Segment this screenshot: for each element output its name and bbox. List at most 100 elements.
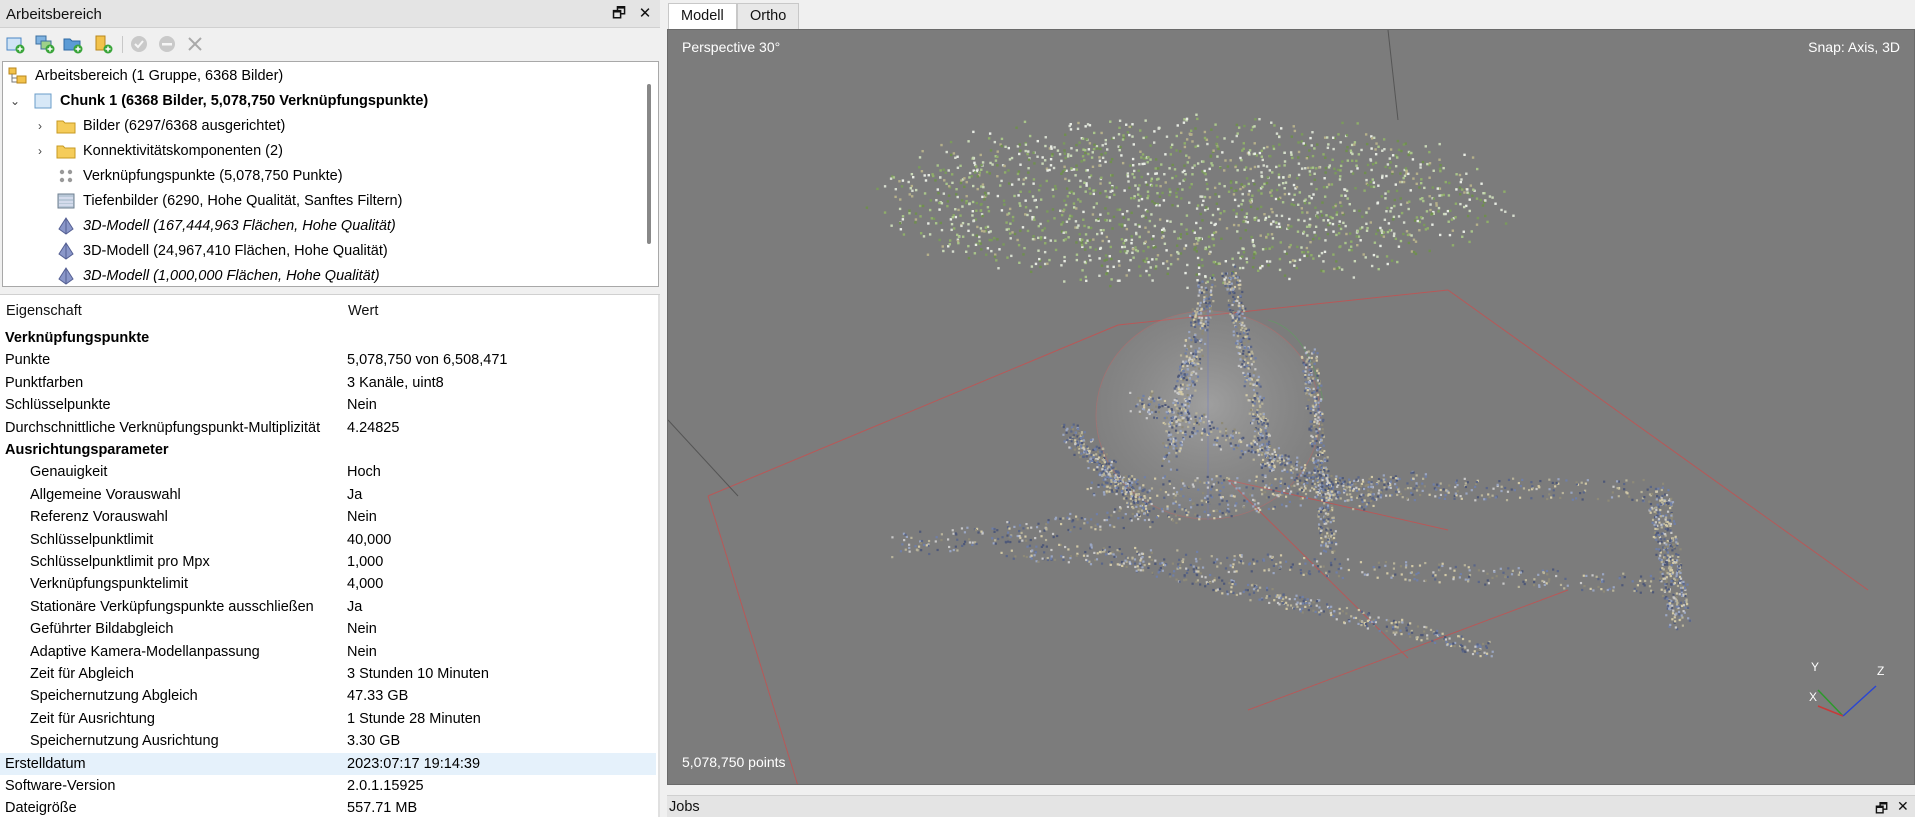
workspace-icon <box>7 67 29 85</box>
tab-ortho[interactable]: Ortho <box>737 3 800 29</box>
property-key: Verknüpfungspunktelimit <box>30 576 188 593</box>
model-icon <box>55 216 77 235</box>
tree-item-model-3[interactable]: 3D-Modell (1,000,000 Flächen, Hohe Quali… <box>3 263 643 286</box>
tree-item-components[interactable]: › Konnektivitätskomponenten (2) <box>3 138 643 163</box>
property-value: 4.24825 <box>347 419 400 436</box>
add-marker-icon[interactable] <box>92 33 114 55</box>
property-row[interactable]: Zeit für Ausrichtung 1 Stunde 28 Minuten <box>0 708 656 730</box>
float-icon[interactable]: 🗗 <box>610 5 628 23</box>
tab-modell[interactable]: Modell <box>668 3 737 29</box>
tree-item-chunk[interactable]: ⌄ Chunk 1 (6368 Bilder, 5,078,750 Verknü… <box>3 88 643 113</box>
close-icon[interactable]: ✕ <box>1897 798 1909 815</box>
disable-icon[interactable] <box>156 33 178 55</box>
property-row[interactable]: Stationäre Verküpfungspunkte ausschließe… <box>0 596 656 618</box>
point-cloud-canopy <box>865 113 1515 290</box>
property-row[interactable]: Allgemeine Vorauswahl Ja <box>0 484 656 506</box>
property-key: Schlüsselpunktlimit pro Mpx <box>30 554 210 570</box>
header-property[interactable]: Eigenschaft <box>6 303 82 319</box>
property-section[interactable]: Ausrichtungsparameter <box>0 439 656 461</box>
tie-points-icon <box>55 167 77 185</box>
tree-item-depth-maps[interactable]: Tiefenbilder (6290, Hohe Qualität, Sanft… <box>3 188 643 213</box>
property-value: Nein <box>347 643 377 660</box>
property-key: Verknüpfungspunkte <box>5 330 150 346</box>
float-icon[interactable]: 🗗 <box>1875 798 1888 817</box>
axis-x-label: X <box>1809 690 1818 704</box>
remove-icon[interactable] <box>184 33 206 55</box>
3d-viewport[interactable]: Perspective 30° Snap: Axis, 3D 5,078,750… <box>667 29 1915 785</box>
property-key: Allgemeine Vorauswahl <box>30 486 181 503</box>
property-value: Nein <box>347 621 377 638</box>
property-row[interactable]: Schlüsselpunkte Nein <box>0 394 656 416</box>
tree-scrollbar[interactable] <box>642 62 658 286</box>
folder-icon <box>55 142 77 160</box>
property-value: Ja <box>347 486 363 503</box>
property-row[interactable]: Referenz Vorauswahl Nein <box>0 506 656 528</box>
property-key: Erstelldatum <box>5 755 86 772</box>
property-key: Software-Version <box>5 778 116 794</box>
property-row[interactable]: Zeit für Abgleich 3 Stunden 10 Minuten <box>0 663 656 685</box>
property-value: 5,078,750 von 6,508,471 <box>347 352 508 369</box>
add-folder-icon[interactable] <box>62 33 84 55</box>
property-row[interactable]: Geführter Bildabgleich Nein <box>0 618 656 640</box>
property-row[interactable]: Speichernutzung Abgleich 47.33 GB <box>0 685 656 707</box>
tree-item-label: Verknüpfungspunkte (5,078,750 Punkte) <box>83 167 343 184</box>
property-row[interactable]: Punktfarben 3 Kanäle, uint8 <box>0 372 656 394</box>
tree-item-model-2[interactable]: 3D-Modell (24,967,410 Flächen, Hohe Qual… <box>3 238 643 263</box>
property-row[interactable]: Genauigkeit Hoch <box>0 461 656 483</box>
property-row[interactable]: Software-Version 2.0.1.15925 <box>0 775 656 797</box>
header-value[interactable]: Wert <box>348 303 378 319</box>
jobs-titlebar: Jobs 🗗 ✕ <box>667 795 1915 817</box>
property-row[interactable]: Erstelldatum 2023:07:17 19:14:39 <box>0 752 656 775</box>
property-key: Punkte <box>5 352 51 369</box>
property-value: 1 Stunde 28 Minuten <box>347 710 481 727</box>
model-icon <box>55 266 77 285</box>
scrollbar-thumb[interactable] <box>647 84 651 244</box>
close-icon[interactable]: ✕ <box>636 5 654 23</box>
enable-icon[interactable] <box>128 33 150 55</box>
tree-item-workspace[interactable]: Arbeitsbereich (1 Gruppe, 6368 Bilder) <box>3 63 643 88</box>
add-photos-icon[interactable] <box>34 33 56 55</box>
property-value: 557.71 MB <box>347 800 418 817</box>
tree-item-images[interactable]: › Bilder (6297/6368 ausgerichtet) <box>3 113 643 138</box>
snap-label: Snap: Axis, 3D <box>1808 39 1900 55</box>
property-key: Punktfarben <box>5 374 84 391</box>
property-key: Speichernutzung Abgleich <box>30 688 198 705</box>
property-value: 40,000 <box>347 531 392 548</box>
workspace-tree[interactable]: Arbeitsbereich (1 Gruppe, 6368 Bilder) ⌄… <box>2 61 659 287</box>
chevron-right-icon[interactable]: › <box>33 144 47 158</box>
workspace-toolbar <box>0 28 660 60</box>
property-value: Hoch <box>347 464 381 481</box>
tree-item-label: 3D-Modell (24,967,410 Flächen, Hohe Qual… <box>83 242 388 259</box>
property-value: 3.30 GB <box>347 733 401 750</box>
property-row[interactable]: Durchschnittliche Verknüpfungspunkt-Mult… <box>0 417 656 439</box>
property-key: Schlüsselpunktlimit <box>30 531 154 548</box>
tree-item-label: 3D-Modell (1,000,000 Flächen, Hohe Quali… <box>83 267 380 284</box>
projection-label: Perspective 30° <box>682 39 781 55</box>
tree-item-label: Arbeitsbereich (1 Gruppe, 6368 Bilder) <box>35 67 284 84</box>
property-section[interactable]: Verknüpfungspunkte <box>0 327 656 349</box>
model-view-panel: Modell Ortho Perspective 30° Snap: Axis,… <box>667 0 1915 817</box>
property-value: 3 Stunden 10 Minuten <box>347 666 489 682</box>
property-row[interactable]: Speichernutzung Ausrichtung 3.30 GB <box>0 730 656 752</box>
property-row[interactable]: Schlüsselpunktlimit pro Mpx 1,000 <box>0 551 656 573</box>
panel-splitter[interactable] <box>660 0 667 817</box>
tree-item-model-1[interactable]: 3D-Modell (167,444,963 Flächen, Hohe Qua… <box>3 213 643 238</box>
chevron-down-icon[interactable]: ⌄ <box>8 94 22 108</box>
property-value: Nein <box>347 509 377 526</box>
tree-item-tie-points[interactable]: Verknüpfungspunkte (5,078,750 Punkte) <box>3 163 643 188</box>
property-key: Referenz Vorauswahl <box>30 509 168 526</box>
property-key: Adaptive Kamera-Modellanpassung <box>30 643 260 660</box>
property-row[interactable]: Punkte 5,078,750 von 6,508,471 <box>0 349 656 371</box>
chevron-right-icon[interactable]: › <box>33 119 47 133</box>
property-row[interactable]: Schlüsselpunktlimit 40,000 <box>0 529 656 551</box>
axis-z-label: Z <box>1877 664 1885 678</box>
property-row[interactable]: Verknüpfungspunktelimit 4,000 <box>0 573 656 595</box>
property-row[interactable]: Adaptive Kamera-Modellanpassung Nein <box>0 641 656 663</box>
property-value: 4,000 <box>347 576 384 593</box>
tree-item-label: Tiefenbilder (6290, Hohe Qualität, Sanft… <box>83 192 403 209</box>
property-row[interactable]: Dateigröße 557.71 MB <box>0 797 656 817</box>
point-cloud-scene[interactable] <box>668 30 1915 785</box>
property-key: Zeit für Abgleich <box>30 666 134 682</box>
tree-item-label: Chunk 1 (6368 Bilder, 5,078,750 Verknüpf… <box>60 92 429 109</box>
add-chunk-icon[interactable] <box>4 33 26 55</box>
